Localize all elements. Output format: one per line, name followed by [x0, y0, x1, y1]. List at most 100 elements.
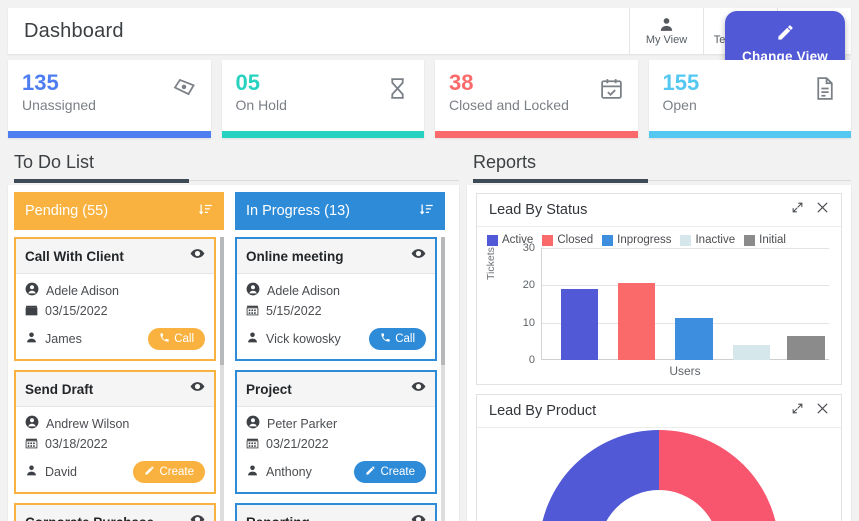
- task-contact-name: Adele Adison: [267, 283, 340, 298]
- eye-icon[interactable]: [190, 246, 205, 266]
- pencil-icon: [144, 465, 155, 479]
- todo-column-in-progress: In Progress (13) Online meeting Adele Ad…: [235, 192, 445, 521]
- sort-descending-icon[interactable]: [198, 202, 213, 221]
- bar-inprogress[interactable]: [675, 318, 713, 360]
- scrollbar-in-progress[interactable]: [441, 237, 445, 521]
- reports-section-title: Reports: [473, 152, 537, 172]
- task-action-label: Call: [174, 333, 194, 345]
- hourglass-icon: [385, 76, 410, 106]
- column-title: Pending (55): [25, 203, 109, 219]
- person-circle-icon: [246, 415, 260, 432]
- task-card[interactable]: Send Draft Andrew Wilson 03/18/2022 Davi…: [14, 370, 216, 494]
- todo-section-rule: [14, 178, 459, 183]
- task-contact-name: Adele Adison: [46, 283, 119, 298]
- y-tick: 0: [528, 354, 535, 366]
- column-title: In Progress (13): [246, 203, 350, 219]
- task-card[interactable]: Online meeting Adele Adison 5/15/2022 Vi…: [235, 237, 437, 361]
- task-action-create-button[interactable]: Create: [133, 461, 205, 483]
- eye-icon[interactable]: [411, 512, 426, 521]
- reports-section-rule: [473, 178, 851, 183]
- legend-item[interactable]: Inprogress: [602, 234, 671, 246]
- task-assignee-name: Vick kowosky: [266, 332, 341, 346]
- pencil-icon: [365, 465, 376, 479]
- task-contact-name: Andrew Wilson: [46, 416, 130, 431]
- panel-title: Lead By Product: [489, 403, 597, 419]
- kpi-accent-bar: [8, 131, 211, 138]
- task-title: Online meeting: [246, 248, 344, 264]
- task-date-value: 5/15/2022: [266, 304, 322, 318]
- task-action-label: Call: [395, 333, 415, 345]
- close-icon[interactable]: [816, 201, 829, 219]
- task-date: 5/15/2022: [246, 303, 426, 319]
- kpi-card-open[interactable]: 155 Open: [648, 60, 851, 138]
- task-contact-name: Peter Parker: [267, 416, 338, 431]
- task-card[interactable]: Project Peter Parker 03/21/2022 Anthony …: [235, 370, 437, 494]
- task-card[interactable]: Call With Client Adele Adison 03/15/2022…: [14, 237, 216, 361]
- column-body-pending[interactable]: Call With Client Adele Adison 03/15/2022…: [14, 230, 224, 521]
- task-date-value: 03/15/2022: [45, 304, 108, 318]
- task-date-value: 03/21/2022: [266, 437, 329, 451]
- page-title: Dashboard: [24, 19, 124, 42]
- tab-my-view-label: My View: [645, 34, 688, 46]
- task-assignee-name: David: [45, 465, 77, 479]
- kpi-card-on-hold[interactable]: 05 On Hold: [221, 60, 424, 138]
- kpi-accent-bar: [221, 131, 424, 138]
- legend-swatch: [602, 234, 614, 246]
- column-body-in-progress[interactable]: Online meeting Adele Adison 5/15/2022 Vi…: [235, 230, 445, 521]
- sort-descending-icon[interactable]: [419, 202, 434, 221]
- person-icon: [246, 464, 259, 480]
- legend-item[interactable]: Inactive: [680, 234, 735, 246]
- task-action-call-button[interactable]: Call: [369, 328, 426, 350]
- kpi-card-closed-and-locked[interactable]: 38 Closed and Locked: [435, 60, 638, 138]
- kpi-card-unassigned[interactable]: 135 Unassigned: [8, 60, 211, 138]
- legend-item[interactable]: Initial: [744, 234, 786, 246]
- task-title: Call With Client: [25, 248, 124, 264]
- person-circle-icon: [246, 282, 260, 299]
- task-action-create-button[interactable]: Create: [354, 461, 426, 483]
- expand-icon[interactable]: [791, 402, 804, 420]
- todo-section-title: To Do List: [14, 152, 95, 172]
- close-icon[interactable]: [816, 402, 829, 420]
- phone-icon: [159, 332, 170, 346]
- task-contact: Andrew Wilson: [25, 415, 205, 432]
- task-contact: Peter Parker: [246, 415, 426, 432]
- person-icon: [25, 331, 38, 347]
- bar-initial[interactable]: [787, 336, 825, 360]
- y-tick: 20: [522, 279, 535, 292]
- task-action-label: Create: [380, 466, 415, 478]
- eye-icon[interactable]: [411, 379, 426, 399]
- task-card[interactable]: Reporting: [235, 503, 437, 521]
- task-action-label: Create: [159, 466, 194, 478]
- phone-icon: [380, 332, 391, 346]
- legend-swatch: [680, 234, 692, 246]
- column-header-pending[interactable]: Pending (55): [14, 192, 224, 230]
- task-date-value: 03/18/2022: [45, 437, 108, 451]
- task-contact: Adele Adison: [246, 282, 426, 299]
- bar-active[interactable]: [560, 289, 598, 360]
- eye-icon[interactable]: [190, 512, 205, 521]
- task-action-call-button[interactable]: Call: [148, 328, 205, 350]
- bar-inactive[interactable]: [732, 345, 771, 360]
- calendar-icon: [246, 436, 259, 452]
- task-assignee-name: James: [45, 332, 82, 346]
- pencil-icon: [776, 23, 795, 45]
- legend-item[interactable]: Closed: [542, 234, 593, 246]
- kpi-label: On Hold: [235, 97, 287, 114]
- tab-my-view[interactable]: My View: [629, 8, 703, 54]
- task-title: Project: [246, 381, 292, 397]
- y-tick: 10: [522, 316, 535, 329]
- person-circle-icon: [25, 282, 39, 299]
- eye-icon[interactable]: [190, 379, 205, 399]
- eye-icon[interactable]: [411, 246, 426, 266]
- column-header-in-progress[interactable]: In Progress (13): [235, 192, 445, 230]
- legend-label: Initial: [759, 234, 786, 246]
- person-circle-icon: [25, 415, 39, 432]
- kpi-label: Unassigned: [22, 97, 96, 114]
- task-card[interactable]: Corporate Purchase: [14, 503, 216, 521]
- scrollbar-pending[interactable]: [220, 237, 224, 521]
- dashboard-page: Dashboard My View Team View: [0, 0, 859, 521]
- report-card-lead-by-product: Lead By Product: [476, 394, 842, 521]
- expand-icon[interactable]: [791, 201, 804, 219]
- bar-closed[interactable]: [618, 282, 656, 360]
- document-icon: [812, 76, 837, 106]
